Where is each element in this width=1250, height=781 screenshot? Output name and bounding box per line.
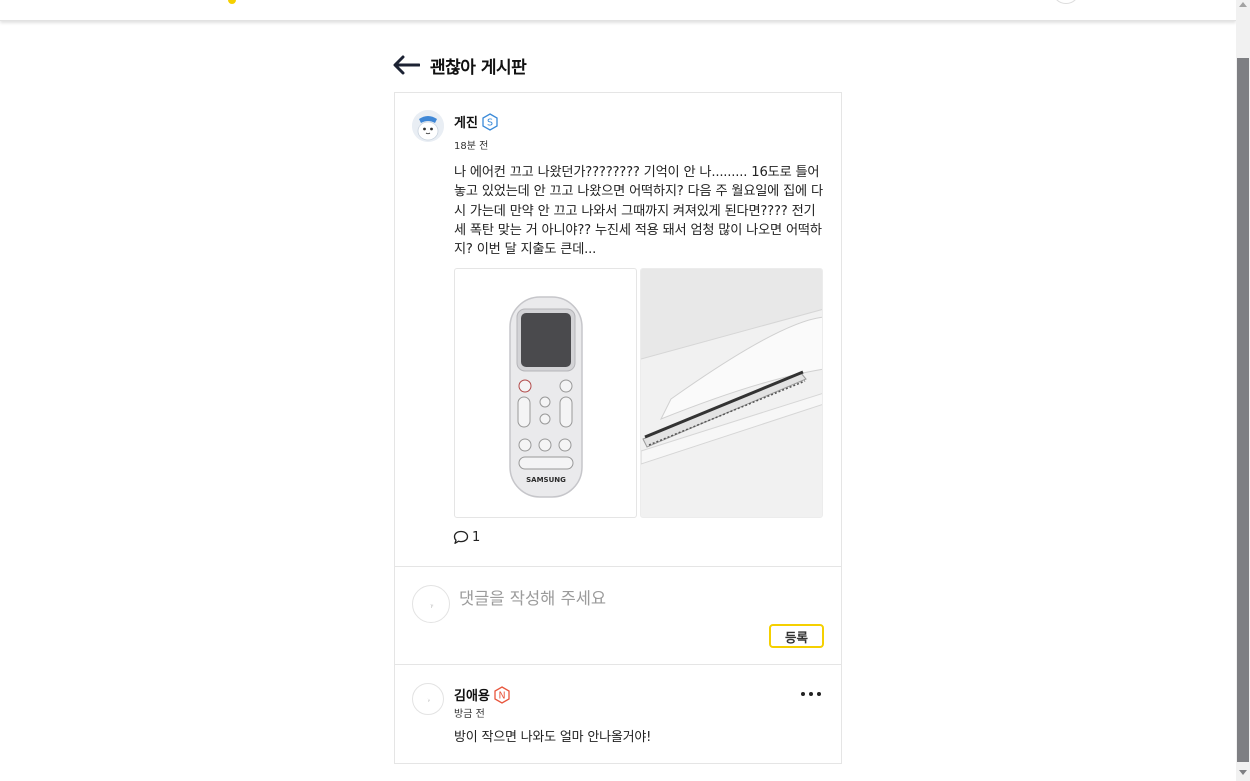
arrow-left-icon (393, 55, 420, 75)
grade-badge-n-icon: N (494, 685, 510, 704)
comment-item: יוֹ 김애용 N 방금 전 방이 작으면 나와도 얼마 안나올거야! (395, 666, 841, 763)
comment-count: 1 (472, 530, 481, 545)
remote-control-photo: SAMSUNG (509, 296, 583, 498)
svg-text:N: N (498, 690, 505, 701)
character-avatar-icon (412, 110, 444, 142)
author-row: 게진 S (454, 112, 498, 131)
grade-badge-s-icon: S (482, 112, 498, 131)
scroll-down-icon[interactable] (1239, 770, 1247, 775)
post: 게진 S 18분 전 나 에어컨 끄고 나왔던가???????? 기억이 안 나… (395, 93, 841, 567)
back-button[interactable] (392, 52, 422, 78)
logo[interactable] (228, 0, 236, 4)
user-placeholder-icon: יוֹ (431, 603, 434, 610)
commenter-row: 김애용 N (454, 685, 510, 704)
post-time: 18분 전 (454, 141, 489, 152)
comment-time: 방금 전 (454, 709, 485, 720)
top-navigation-bar (0, 0, 1236, 21)
svg-text:יוֹ: יוֹ (431, 603, 434, 610)
comment-count-button[interactable]: 1 (453, 530, 480, 545)
post-body: 나 에어컨 끄고 나왔던가???????? 기억이 안 나......... 1… (454, 165, 823, 258)
author-name[interactable]: 게진 (454, 112, 478, 131)
commenter-avatar[interactable]: יוֹ (412, 683, 444, 715)
air-conditioner-image[interactable] (640, 268, 823, 518)
comment-input[interactable] (459, 583, 825, 613)
svg-text:S: S (487, 117, 493, 128)
my-avatar: יוֹ (412, 585, 450, 623)
page-header: 괜찮아 게시판 (392, 52, 527, 78)
author-avatar[interactable] (412, 110, 444, 142)
board-title: 괜찮아 게시판 (430, 57, 527, 78)
commenter-name[interactable]: 김애용 (454, 685, 490, 704)
comment-form: יוֹ 등록 (395, 568, 841, 665)
profile-avatar[interactable] (1052, 0, 1080, 4)
svg-text:יוֹ: יוֹ (428, 698, 430, 704)
svg-text:SAMSUNG: SAMSUNG (526, 476, 566, 484)
air-conditioner-photo (641, 269, 822, 517)
more-options-button[interactable] (801, 687, 821, 701)
scroll-up-icon[interactable] (1239, 2, 1247, 7)
scrollbar[interactable] (1236, 0, 1250, 781)
more-horizontal-icon (801, 692, 805, 696)
post-card: 게진 S 18분 전 나 에어컨 끄고 나왔던가???????? 기억이 안 나… (394, 92, 842, 764)
remote-control-image[interactable]: SAMSUNG (454, 268, 637, 518)
submit-comment-button[interactable]: 등록 (769, 624, 824, 648)
comment-text: 방이 작으면 나와도 얼마 안나올거야! (454, 730, 652, 745)
user-placeholder-icon: יוֹ (428, 698, 430, 704)
scrollbar-thumb[interactable] (1237, 58, 1249, 762)
speech-bubble-icon (453, 530, 469, 544)
